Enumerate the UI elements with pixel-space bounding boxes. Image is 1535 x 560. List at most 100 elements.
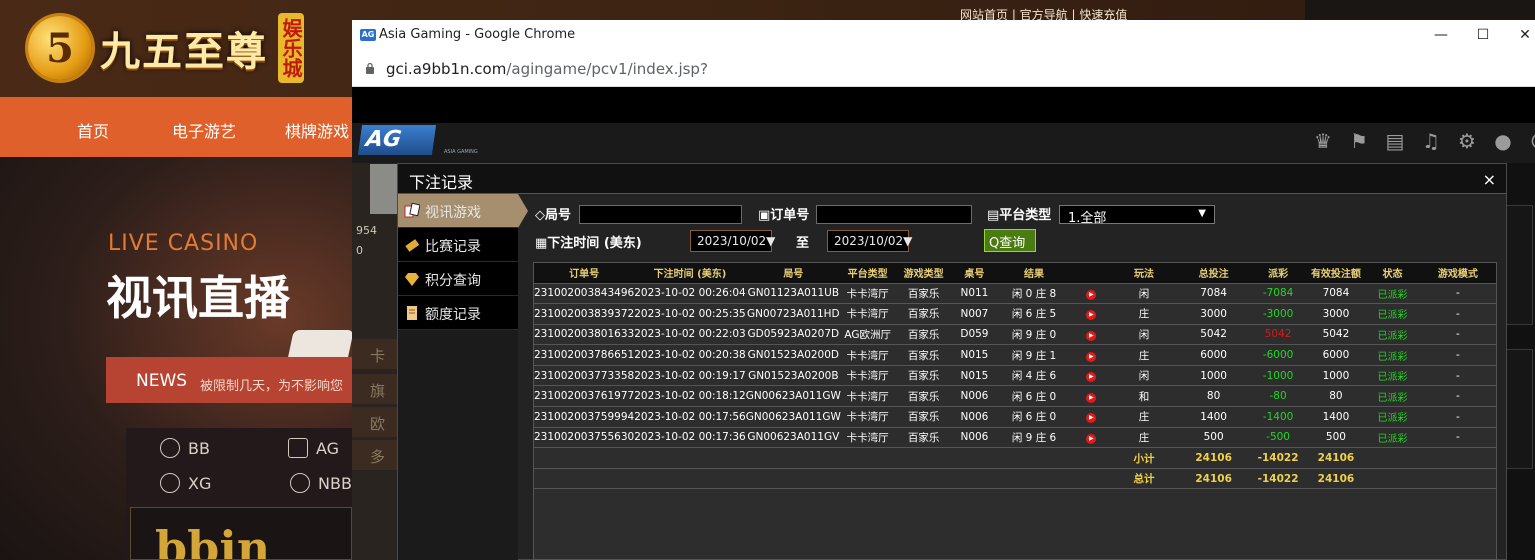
empty-cell	[894, 468, 953, 490]
close-icon[interactable]: ✕	[1513, 24, 1535, 46]
side-tab-4[interactable]: 多	[352, 440, 398, 470]
power-icon[interactable]: ⏻	[1528, 129, 1535, 153]
empty-cell	[1365, 468, 1420, 490]
table-row[interactable]: 231002003843496 2023-10-02 00:26:04 GN0112…	[534, 283, 1496, 305]
nav-item-home[interactable]: 首页	[77, 118, 109, 142]
table-row[interactable]: 231002003801633 2023-10-02 00:22:03 GD0592…	[534, 324, 1496, 346]
cell-status: 已派彩	[1365, 385, 1420, 408]
table-row[interactable]: 231002003761977 2023-10-02 00:18:12 GN0062…	[534, 385, 1496, 408]
right-table-card[interactable]	[1503, 349, 1533, 469]
calendar-icon: ▦	[535, 236, 548, 251]
side-tab-1[interactable]: 卡	[352, 339, 398, 369]
date-to-input[interactable]: 2023/10/02▼	[827, 230, 912, 252]
menu-item-points-query[interactable]: 积分查询	[398, 262, 518, 296]
balance-value: 954	[356, 224, 377, 237]
empty-cell	[1072, 468, 1111, 490]
menu-item-match-records[interactable]: 比赛记录	[398, 228, 518, 262]
url-text[interactable]: gci.a9bb1n.com/agingame/pcv1/index.jsp?	[386, 60, 708, 78]
side-tab-3[interactable]: 欧	[352, 407, 398, 437]
cell-status: 已派彩	[1365, 365, 1420, 387]
empty-cell	[952, 468, 996, 490]
date-from-input[interactable]: 2023/10/02▼	[690, 230, 775, 252]
nav-item-chess[interactable]: 棋牌游戏	[285, 118, 349, 142]
nav-item-slots[interactable]: 电子游艺	[172, 118, 236, 142]
play-video-cell: ▶	[1072, 385, 1111, 408]
table-row[interactable]: 231002003755630 2023-10-02 00:17:36 GN0062…	[534, 427, 1496, 449]
search-icon: Q	[989, 236, 1000, 251]
provider-bb[interactable]: BB	[160, 438, 210, 458]
play-video-icon[interactable]: ▶	[1086, 351, 1097, 362]
cell-valid: 1000	[1306, 365, 1366, 387]
ag-favicon-icon: AG	[360, 29, 376, 41]
empty-cell	[1365, 447, 1420, 469]
xg-icon	[160, 473, 180, 493]
vip-icon[interactable]: ♛	[1312, 129, 1334, 153]
message-icon[interactable]: ●	[1492, 129, 1514, 153]
cell-game: 百家乐	[894, 324, 953, 346]
menu-item-credit-records[interactable]: 额度记录	[398, 296, 518, 330]
cell-valid: 3000	[1306, 303, 1366, 325]
cell-game: 百家乐	[894, 385, 953, 408]
order-input[interactable]	[816, 205, 972, 224]
cell-valid: 6000	[1306, 344, 1366, 366]
table-row[interactable]: 231002003759994 2023-10-02 00:17:56 GN0062…	[534, 406, 1496, 428]
music-icon[interactable]: ♫	[1420, 129, 1442, 153]
cell-round: GD05923A0207D	[745, 324, 841, 346]
lock-icon	[366, 62, 374, 74]
platform-select[interactable]: 1.全部 ▼	[1059, 205, 1215, 226]
col-header: 订单号	[534, 263, 635, 284]
cell-game: 百家乐	[894, 303, 953, 325]
to-label: 至	[796, 236, 810, 251]
platform-select-value: 1.全部	[1068, 211, 1107, 226]
chat-icon[interactable]: ▤	[1384, 129, 1406, 153]
cell-round: GN01523A0200B	[745, 365, 841, 387]
address-bar[interactable]: gci.a9bb1n.com/agingame/pcv1/index.jsp?	[352, 51, 1535, 87]
cell-mode: -	[1419, 344, 1496, 366]
play-video-icon[interactable]: ▶	[1086, 433, 1097, 444]
play-video-icon[interactable]: ▶	[1086, 310, 1097, 321]
col-header: 结果	[995, 263, 1073, 284]
bb-icon	[160, 438, 180, 458]
site-logo[interactable]: 5 九五至尊 娱乐城	[28, 8, 304, 88]
table-row[interactable]: 231002003839372 2023-10-02 00:25:35 GN0072…	[534, 303, 1496, 325]
site-nav: 首页 电子游艺 棋牌游戏	[0, 97, 360, 157]
cell-play: 闲	[1110, 324, 1178, 346]
cell-order: 231002003801633	[534, 324, 635, 346]
provider-xg[interactable]: XG	[160, 473, 211, 493]
play-video-icon[interactable]: ▶	[1086, 392, 1097, 403]
col-header	[1072, 263, 1111, 284]
col-header: 下注时间 (美东)	[634, 263, 746, 284]
cell-order: 231002003786651	[534, 344, 635, 366]
total-payout: -14022	[1249, 468, 1307, 490]
window-titlebar: AG Asia Gaming - Google Chrome — ☐ ✕	[352, 20, 1535, 51]
play-video-icon[interactable]: ▶	[1086, 413, 1097, 424]
modal-close-icon[interactable]: ×	[1483, 170, 1496, 189]
cards-icon	[404, 203, 420, 218]
subtotal-valid: 24106	[1306, 447, 1366, 469]
menu-active-arrow	[518, 194, 528, 228]
gear-icon[interactable]: ⚙	[1456, 129, 1478, 153]
ag-logo-sub: ASIA GAMING	[444, 149, 478, 155]
flag-icon[interactable]: ⚑	[1348, 129, 1370, 153]
play-video-icon[interactable]: ▶	[1086, 330, 1097, 341]
round-input[interactable]	[579, 205, 742, 224]
cell-order: 231002003843496	[534, 283, 635, 305]
provider-label: NBB	[318, 473, 352, 493]
table-row[interactable]: 231002003786651 2023-10-02 00:20:38 GN0152…	[534, 344, 1496, 366]
cell-platform: 卡卡湾厅	[840, 283, 895, 305]
play-video-icon[interactable]: ▶	[1086, 289, 1097, 300]
cell-bet: 7084	[1177, 283, 1250, 305]
provider-nbb[interactable]: NBB	[290, 473, 352, 493]
col-header: 游戏模式	[1419, 263, 1496, 284]
bbin-banner[interactable]: bbin	[130, 507, 352, 560]
maximize-icon[interactable]: ☐	[1471, 24, 1495, 46]
right-table-card[interactable]	[1503, 205, 1533, 325]
query-button[interactable]: Q查询	[984, 229, 1036, 252]
minimize-icon[interactable]: —	[1429, 24, 1453, 46]
menu-item-live-games[interactable]: 视讯游戏	[398, 194, 528, 228]
side-tab-2[interactable]: 旗	[352, 374, 398, 404]
play-video-icon[interactable]: ▶	[1086, 372, 1097, 383]
platform-label-text: 平台类型	[999, 208, 1052, 223]
table-row[interactable]: 231002003773358 2023-10-02 00:19:17 GN0152…	[534, 365, 1496, 387]
provider-ag[interactable]: AG	[288, 438, 339, 458]
